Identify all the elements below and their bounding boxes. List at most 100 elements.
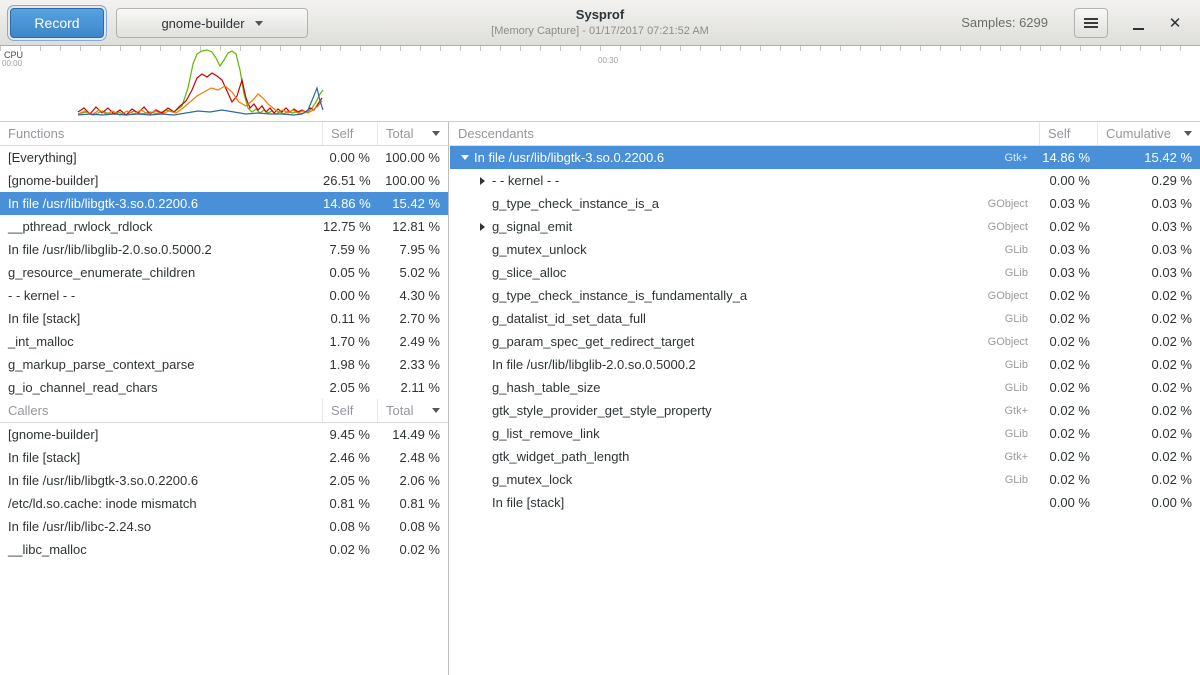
symbol-name-text: g_mutex_unlock bbox=[492, 242, 587, 257]
expander-collapsed-icon[interactable] bbox=[476, 220, 489, 233]
library-badge: GObject bbox=[962, 221, 1040, 233]
descendants-self-column-header[interactable]: Self bbox=[1040, 122, 1098, 145]
descendant-row[interactable]: In file /usr/lib/libglib-2.0.so.0.5000.2… bbox=[450, 353, 1200, 376]
symbol-name: __pthread_rwlock_rdlock bbox=[0, 219, 323, 234]
descendant-row[interactable]: g_mutex_lockGLib0.02 %0.02 % bbox=[450, 468, 1200, 491]
functions-total-column-header[interactable]: Total bbox=[378, 122, 448, 145]
function-row[interactable]: - - kernel - -0.00 %4.30 % bbox=[0, 284, 448, 307]
symbol-name-text: gtk_widget_path_length bbox=[492, 449, 629, 464]
function-row[interactable]: g_resource_enumerate_children0.05 %5.02 … bbox=[0, 261, 448, 284]
descendant-row[interactable]: gtk_style_provider_get_style_propertyGtk… bbox=[450, 399, 1200, 422]
functions-column-header[interactable]: Functions bbox=[0, 122, 323, 145]
minimize-button[interactable] bbox=[1128, 13, 1148, 33]
symbol-name-text: In file [stack] bbox=[492, 495, 564, 510]
minimize-icon bbox=[1133, 28, 1144, 30]
window-title-block: Sysprof [Memory Capture] - 01/17/2017 07… bbox=[300, 7, 900, 37]
descendant-row[interactable]: g_type_check_instance_is_aGObject0.03 %0… bbox=[450, 192, 1200, 215]
function-row[interactable]: [Everything]0.00 %100.00 % bbox=[0, 146, 448, 169]
descendant-row[interactable]: g_type_check_instance_is_fundamentally_a… bbox=[450, 284, 1200, 307]
symbol-name: [gnome-builder] bbox=[0, 427, 323, 442]
expander-expanded-icon[interactable] bbox=[458, 151, 471, 164]
self-value: 2.05 % bbox=[323, 473, 378, 488]
descendant-row[interactable]: g_mutex_unlockGLib0.03 %0.03 % bbox=[450, 238, 1200, 261]
caller-row[interactable]: /etc/ld.so.cache: inode mismatch0.81 %0.… bbox=[0, 492, 448, 515]
record-button[interactable]: Record bbox=[10, 8, 104, 38]
symbol-name-text: gtk_style_provider_get_style_property bbox=[492, 403, 712, 418]
callers-total-column-header[interactable]: Total bbox=[378, 399, 448, 422]
cumulative-value: 0.02 % bbox=[1098, 311, 1200, 326]
symbol-name-text: g_datalist_id_set_data_full bbox=[492, 311, 646, 326]
expander-collapsed-icon[interactable] bbox=[476, 174, 489, 187]
functions-table-header: Functions Self Total bbox=[0, 122, 448, 146]
timeline-mid-label: 00:30 bbox=[598, 56, 618, 65]
function-row[interactable]: g_io_channel_read_chars2.05 %2.11 % bbox=[0, 376, 448, 399]
descendant-row[interactable]: gtk_widget_path_lengthGtk+0.02 %0.02 % bbox=[450, 445, 1200, 468]
self-value: 2.05 % bbox=[323, 380, 378, 395]
cumulative-value: 0.02 % bbox=[1098, 426, 1200, 441]
function-row[interactable]: _int_malloc1.70 %2.49 % bbox=[0, 330, 448, 353]
self-value: 14.86 % bbox=[1040, 150, 1098, 165]
symbol-name: g_mutex_unlock bbox=[450, 242, 962, 257]
cumulative-value: 0.03 % bbox=[1098, 242, 1200, 257]
descendants-column-header[interactable]: Descendants bbox=[450, 122, 1040, 145]
function-row[interactable]: In file /usr/lib/libgtk-3.so.0.2200.614.… bbox=[0, 192, 448, 215]
caller-row[interactable]: [gnome-builder]9.45 %14.49 % bbox=[0, 423, 448, 446]
symbol-name: g_type_check_instance_is_a bbox=[450, 196, 962, 211]
descendant-row[interactable]: g_list_remove_linkGLib0.02 %0.02 % bbox=[450, 422, 1200, 445]
descendant-row[interactable]: g_signal_emitGObject0.02 %0.03 % bbox=[450, 215, 1200, 238]
callers-column-header[interactable]: Callers bbox=[0, 399, 323, 422]
symbol-name: - - kernel - - bbox=[450, 173, 962, 188]
caller-row[interactable]: In file [stack]2.46 %2.48 % bbox=[0, 446, 448, 469]
cpu-timeline-graph[interactable]: CPU 00:00 00:30 bbox=[0, 46, 1200, 122]
symbol-name: gtk_style_provider_get_style_property bbox=[450, 403, 962, 418]
library-badge: GObject bbox=[962, 290, 1040, 302]
descendant-row[interactable]: g_slice_allocGLib0.03 %0.03 % bbox=[450, 261, 1200, 284]
caller-row[interactable]: In file /usr/lib/libgtk-3.so.0.2200.62.0… bbox=[0, 469, 448, 492]
descendant-row[interactable]: - - kernel - -0.00 %0.29 % bbox=[450, 169, 1200, 192]
function-row[interactable]: In file [stack]0.11 %2.70 % bbox=[0, 307, 448, 330]
close-button[interactable]: ✕ bbox=[1164, 12, 1186, 34]
self-value: 14.86 % bbox=[323, 196, 378, 211]
function-row[interactable]: __pthread_rwlock_rdlock12.75 %12.81 % bbox=[0, 215, 448, 238]
callers-self-column-header[interactable]: Self bbox=[323, 399, 378, 422]
menu-button[interactable] bbox=[1074, 8, 1108, 38]
symbol-name: In file /usr/lib/libglib-2.0.so.0.5000.2 bbox=[0, 242, 323, 257]
descendant-row[interactable]: g_hash_table_sizeGLib0.02 %0.02 % bbox=[450, 376, 1200, 399]
symbol-name: __libc_malloc bbox=[0, 542, 323, 557]
functions-self-column-header[interactable]: Self bbox=[323, 122, 378, 145]
function-row[interactable]: g_markup_parse_context_parse1.98 %2.33 % bbox=[0, 353, 448, 376]
expander-spacer bbox=[476, 496, 489, 509]
function-row[interactable]: [gnome-builder]26.51 %100.00 % bbox=[0, 169, 448, 192]
symbol-name: In file /usr/lib/libglib-2.0.so.0.5000.2 bbox=[450, 357, 962, 372]
total-value: 0.81 % bbox=[378, 496, 448, 511]
capture-subtitle: [Memory Capture] - 01/17/2017 07:21:52 A… bbox=[300, 25, 900, 37]
cumulative-value: 0.03 % bbox=[1098, 196, 1200, 211]
samples-count: Samples: 6299 bbox=[961, 15, 1048, 30]
expander-spacer bbox=[476, 381, 489, 394]
symbol-name: /etc/ld.so.cache: inode mismatch bbox=[0, 496, 323, 511]
expander-spacer bbox=[476, 243, 489, 256]
library-badge: GLib bbox=[962, 474, 1040, 486]
descendant-row[interactable]: In file /usr/lib/libgtk-3.so.0.2200.6Gtk… bbox=[450, 146, 1200, 169]
descendant-row[interactable]: g_datalist_id_set_data_fullGLib0.02 %0.0… bbox=[450, 307, 1200, 330]
descendants-table: In file /usr/lib/libgtk-3.so.0.2200.6Gtk… bbox=[450, 146, 1200, 514]
symbol-name: gtk_widget_path_length bbox=[450, 449, 962, 464]
self-value: 0.00 % bbox=[323, 288, 378, 303]
library-badge: Gtk+ bbox=[962, 451, 1040, 463]
hamburger-menu-icon bbox=[1084, 22, 1098, 24]
descendant-row[interactable]: In file [stack]0.00 %0.00 % bbox=[450, 491, 1200, 514]
process-selector-dropdown[interactable]: gnome-builder bbox=[116, 8, 308, 38]
right-pane: Descendants Self Cumulative In file /usr… bbox=[450, 122, 1200, 675]
descendant-row[interactable]: g_param_spec_get_redirect_targetGObject0… bbox=[450, 330, 1200, 353]
cumulative-value: 0.02 % bbox=[1098, 288, 1200, 303]
function-row[interactable]: In file /usr/lib/libglib-2.0.so.0.5000.2… bbox=[0, 238, 448, 261]
timeline-start-label: 00:00 bbox=[2, 59, 22, 68]
self-value: 0.00 % bbox=[1040, 173, 1098, 188]
caller-row[interactable]: __libc_malloc0.02 %0.02 % bbox=[0, 538, 448, 561]
descendants-cumulative-column-header[interactable]: Cumulative bbox=[1098, 122, 1200, 145]
self-value: 0.03 % bbox=[1040, 196, 1098, 211]
self-value: 0.02 % bbox=[1040, 426, 1098, 441]
expander-spacer bbox=[476, 197, 489, 210]
caller-row[interactable]: In file /usr/lib/libc-2.24.so0.08 %0.08 … bbox=[0, 515, 448, 538]
symbol-name-text: - - kernel - - bbox=[492, 173, 559, 188]
